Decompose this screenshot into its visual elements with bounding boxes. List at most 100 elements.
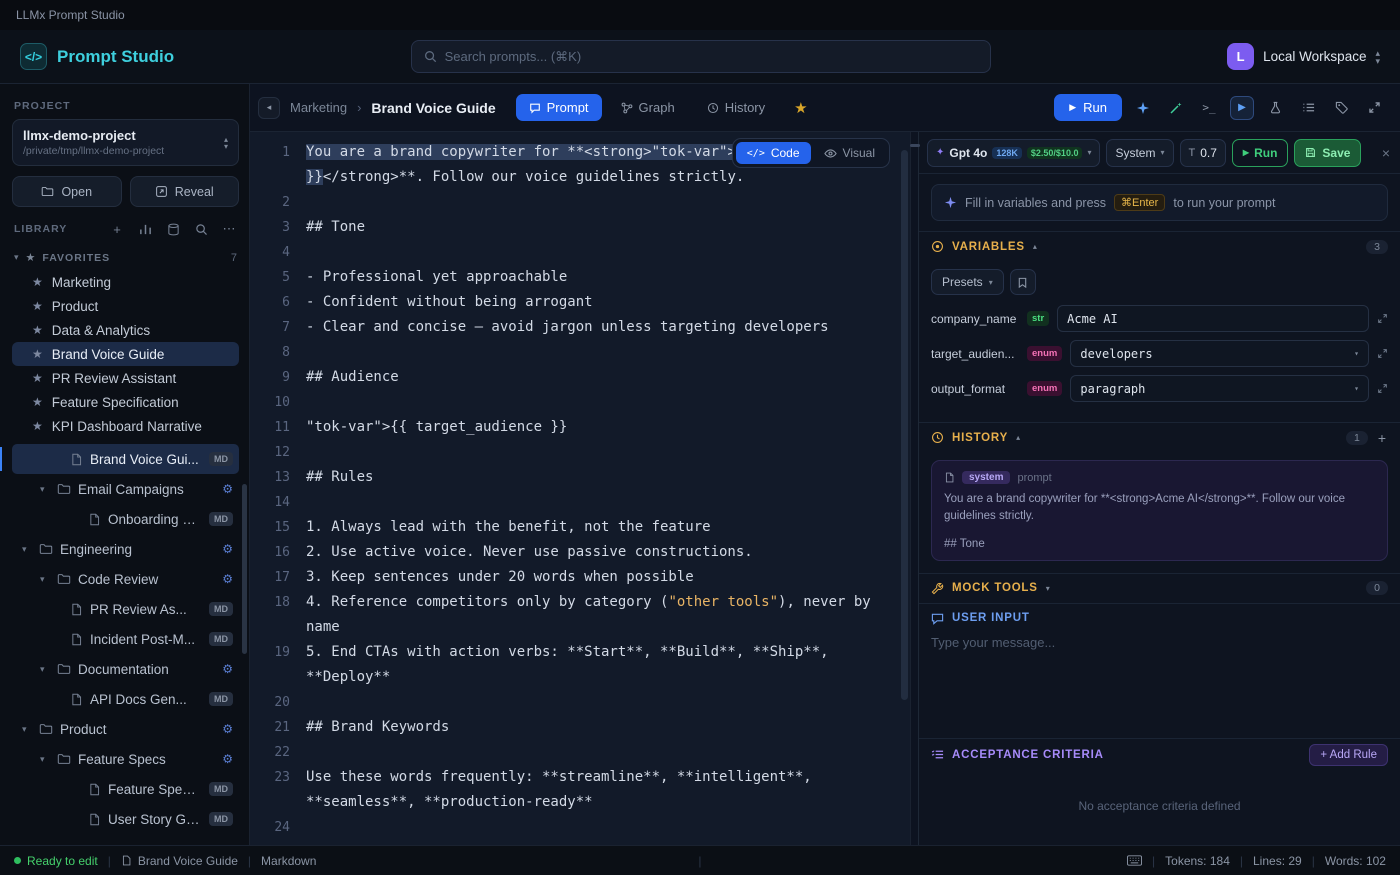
workspace-selector[interactable]: L Local Workspace ▴▾ — [1227, 43, 1380, 70]
user-input-section-header[interactable]: USER INPUT — [919, 603, 1400, 633]
editor-line[interactable]: 5- Professional yet approachable — [250, 265, 910, 290]
tree-file[interactable]: User Story Gene...MD — [12, 804, 239, 834]
checklist-icon[interactable] — [1296, 96, 1320, 120]
search-box[interactable] — [411, 40, 991, 73]
add-history-button[interactable]: + — [1376, 430, 1388, 446]
save-button[interactable]: Save — [1294, 139, 1361, 167]
play-panel-icon[interactable]: ▶ — [1230, 96, 1254, 120]
more-icon[interactable]: ⋯ — [221, 221, 237, 237]
variable-value-input[interactable] — [1057, 305, 1369, 332]
mock-tools-section-header[interactable]: MOCK TOOLS ▾ 0 — [919, 573, 1400, 603]
temperature-control[interactable]: T 0.7 — [1180, 139, 1226, 167]
favorite-item[interactable]: ★Product — [12, 294, 239, 318]
tag-icon[interactable] — [1329, 96, 1353, 120]
tree-file[interactable]: API Docs Gen...MD — [12, 684, 239, 714]
code-editor[interactable]: </> Code Visual 1You are a brand copywri… — [250, 132, 910, 845]
variable-value-select[interactable]: paragraph▾ — [1070, 375, 1369, 402]
sparkles-icon[interactable] — [1131, 96, 1155, 120]
editor-line[interactable]: 9## Audience — [250, 365, 910, 390]
presets-dropdown[interactable]: Presets ▾ — [931, 269, 1004, 295]
tree-file[interactable]: Brand Voice Gui...MD — [12, 444, 239, 474]
expand-variable-icon[interactable] — [1377, 348, 1388, 359]
editor-line[interactable]: 184. Reference competitors only by categ… — [250, 590, 910, 640]
variable-value-select[interactable]: developers▾ — [1070, 340, 1369, 367]
tree-folder[interactable]: ▾Feature Specs⚙ — [12, 744, 239, 774]
tree-folder[interactable]: ▾Code Review⚙ — [12, 564, 239, 594]
history-card[interactable]: system prompt You are a brand copywriter… — [931, 460, 1388, 561]
editor-line[interactable]: 173. Keep sentences under 20 words when … — [250, 565, 910, 590]
editor-line[interactable]: 8 — [250, 340, 910, 365]
tree-file[interactable]: Onboarding D...MD — [12, 504, 239, 534]
editor-line[interactable]: 20 — [250, 690, 910, 715]
keyboard-icon[interactable] — [1127, 855, 1142, 866]
editor-line[interactable]: 13## Rules — [250, 465, 910, 490]
variables-section-header[interactable]: VARIABLES ▴ 3 — [919, 231, 1400, 261]
close-icon[interactable]: × — [1380, 145, 1392, 161]
editor-line[interactable]: 22 — [250, 740, 910, 765]
expand-icon[interactable] — [1362, 96, 1386, 120]
editor-line[interactable]: 10 — [250, 390, 910, 415]
editor-line[interactable]: 11"tok-var">{{ target_audience }} — [250, 415, 910, 440]
add-rule-button[interactable]: + Add Rule — [1309, 744, 1388, 766]
tab-prompt[interactable]: Prompt — [516, 94, 602, 121]
gear-icon[interactable]: ⚙ — [222, 752, 233, 766]
beaker-icon[interactable] — [1263, 96, 1287, 120]
database-icon[interactable] — [165, 223, 181, 236]
editor-scrollbar[interactable] — [901, 150, 908, 700]
gear-icon[interactable]: ⚙ — [222, 572, 233, 586]
expand-variable-icon[interactable] — [1377, 383, 1388, 394]
user-message-input[interactable] — [931, 635, 1388, 727]
sidebar-scrollbar[interactable] — [242, 484, 247, 654]
editor-line[interactable]: 162. Use active voice. Never use passive… — [250, 540, 910, 565]
tree-file[interactable]: Feature Speci...MD — [12, 774, 239, 804]
project-selector[interactable]: llmx-demo-project /private/tmp/llmx-demo… — [12, 119, 239, 166]
add-icon[interactable]: + — [109, 222, 125, 237]
model-selector[interactable]: ✦ Gpt 4o 128K $2.50/$10.0 ▾ — [927, 139, 1100, 167]
collapse-sidebar-button[interactable]: ◂ — [258, 97, 280, 119]
acceptance-section-header[interactable]: ACCEPTANCE CRITERIA + Add Rule — [919, 738, 1400, 771]
editor-line[interactable]: 12 — [250, 440, 910, 465]
editor-line[interactable]: 6- Confident without being arrogant — [250, 290, 910, 315]
gear-icon[interactable]: ⚙ — [222, 542, 233, 556]
editor-line[interactable]: 4 — [250, 240, 910, 265]
gear-icon[interactable]: ⚙ — [222, 722, 233, 736]
history-section-header[interactable]: HISTORY ▴ 1 + — [919, 422, 1400, 452]
tree-folder[interactable]: ▾Engineering⚙ — [12, 534, 239, 564]
search-library-icon[interactable] — [193, 223, 209, 236]
panel-divider[interactable] — [910, 132, 918, 845]
tree-folder[interactable]: ▾Product⚙ — [12, 714, 239, 744]
inspector-run-button[interactable]: ▶ Run — [1232, 139, 1288, 167]
favorite-item[interactable]: ★Feature Specification — [12, 390, 239, 414]
expand-variable-icon[interactable] — [1377, 313, 1388, 324]
favorite-item[interactable]: ★Data & Analytics — [12, 318, 239, 342]
editor-line[interactable]: 14 — [250, 490, 910, 515]
tree-file[interactable]: PR Review As...MD — [12, 594, 239, 624]
tab-history[interactable]: History — [694, 94, 778, 121]
favorites-header[interactable]: ▾ ★ FAVORITES 7 — [12, 247, 239, 270]
editor-line[interactable]: 2 — [250, 190, 910, 215]
editor-line[interactable]: 195. End CTAs with action verbs: **Start… — [250, 640, 910, 690]
gear-icon[interactable]: ⚙ — [222, 662, 233, 676]
run-button[interactable]: ▶ Run — [1054, 94, 1122, 121]
editor-line[interactable]: 23Use these words frequently: **streamli… — [250, 765, 910, 815]
mode-code-button[interactable]: </> Code — [736, 142, 811, 164]
tree-folder[interactable]: ▾Documentation⚙ — [12, 654, 239, 684]
chart-icon[interactable] — [137, 223, 153, 236]
mode-visual-button[interactable]: Visual — [813, 142, 886, 164]
search-input[interactable] — [445, 49, 978, 64]
editor-line[interactable]: 21## Brand Keywords — [250, 715, 910, 740]
tree-file[interactable]: Incident Post-M...MD — [12, 624, 239, 654]
role-selector[interactable]: System ▾ — [1106, 139, 1173, 167]
gear-icon[interactable]: ⚙ — [222, 482, 233, 496]
favorite-item[interactable]: ★Brand Voice Guide — [12, 342, 239, 366]
breadcrumb-parent[interactable]: Marketing — [290, 100, 347, 115]
favorite-item[interactable]: ★Marketing — [12, 270, 239, 294]
reveal-project-button[interactable]: Reveal — [130, 176, 240, 207]
editor-line[interactable]: 7- Clear and concise — avoid jargon unle… — [250, 315, 910, 340]
magic-wand-icon[interactable] — [1164, 96, 1188, 120]
save-preset-button[interactable] — [1010, 269, 1036, 295]
editor-line[interactable]: 3## Tone — [250, 215, 910, 240]
tab-graph[interactable]: Graph — [608, 94, 688, 121]
favorite-item[interactable]: ★KPI Dashboard Narrative — [12, 414, 239, 438]
terminal-icon[interactable]: >_ — [1197, 96, 1221, 120]
